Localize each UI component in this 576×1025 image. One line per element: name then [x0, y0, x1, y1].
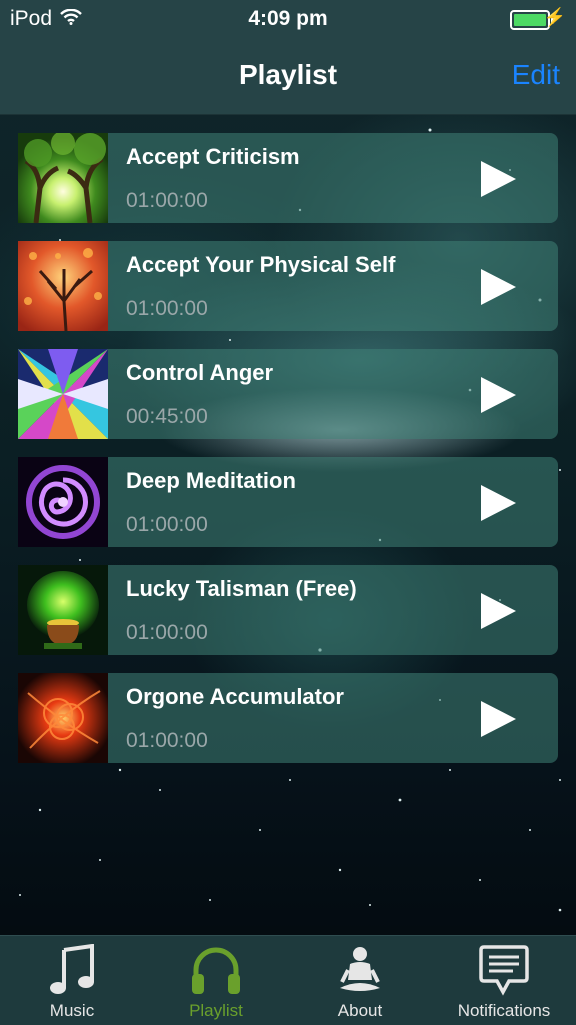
track-thumbnail-autumn-tree	[18, 241, 108, 331]
playlist-row[interactable]: Orgone Accumulator 01:00:00	[18, 673, 558, 763]
track-duration: 01:00:00	[126, 729, 208, 752]
track-thumbnail-pot-of-gold	[18, 565, 108, 655]
charging-bolt-icon: ⚡	[543, 7, 566, 27]
track-card[interactable]: Lucky Talisman (Free) 01:00:00	[108, 565, 558, 655]
track-card[interactable]: Accept Criticism 01:00:00	[108, 133, 558, 223]
playlist-row[interactable]: Lucky Talisman (Free) 01:00:00	[18, 565, 558, 655]
tab-playlist[interactable]: Playlist	[144, 936, 288, 1025]
track-duration: 01:00:00	[126, 189, 208, 212]
track-title: Orgone Accumulator	[126, 684, 344, 709]
track-title: Control Anger	[126, 360, 274, 385]
tab-label: Notifications	[457, 1001, 551, 1020]
track-thumbnail-purple-spiral	[18, 457, 108, 547]
track-duration: 01:00:00	[126, 621, 208, 644]
navigation-bar: Playlist Edit	[0, 38, 576, 115]
track-title: Accept Criticism	[126, 144, 300, 169]
tab-about[interactable]: About	[288, 936, 432, 1025]
track-duration: 01:00:00	[126, 297, 208, 320]
track-thumbnail-red-energy	[18, 673, 108, 763]
playlist-row[interactable]: Deep Meditation 01:00:00	[18, 457, 558, 547]
meditation-icon	[340, 947, 380, 991]
track-card[interactable]: Control Anger 00:45:00	[108, 349, 558, 439]
play-icon[interactable]	[478, 483, 518, 523]
play-icon[interactable]	[478, 159, 518, 199]
track-card[interactable]: Orgone Accumulator 01:00:00	[108, 673, 558, 763]
playlist-row[interactable]: Control Anger 00:45:00	[18, 349, 558, 439]
playlist-row[interactable]: Accept Your Physical Self 01:00:00	[18, 241, 558, 331]
track-duration: 01:00:00	[126, 513, 208, 536]
tab-bar: Music Playlist About Notifications	[0, 935, 576, 1025]
tab-notifications[interactable]: Notifications	[432, 936, 576, 1025]
play-icon[interactable]	[478, 591, 518, 631]
track-title: Lucky Talisman (Free)	[126, 576, 357, 601]
track-card[interactable]: Deep Meditation 01:00:00	[108, 457, 558, 547]
track-title: Accept Your Physical Self	[126, 252, 396, 277]
headphones-icon	[192, 947, 240, 994]
playlist-row[interactable]: Accept Criticism 01:00:00	[18, 133, 558, 223]
tab-music[interactable]: Music	[0, 936, 144, 1025]
play-icon[interactable]	[478, 267, 518, 307]
track-thumbnail-fractal	[18, 349, 108, 439]
track-thumbnail-forest	[18, 133, 108, 223]
playlist-list: Accept Criticism 01:00:00 Accept Your Ph…	[18, 133, 558, 781]
edit-button[interactable]: Edit	[512, 59, 560, 91]
tab-label: Playlist	[189, 1001, 243, 1020]
play-icon[interactable]	[478, 375, 518, 415]
music-note-icon	[50, 944, 94, 994]
status-time: 4:09 pm	[248, 7, 328, 30]
status-bar: iPod 4:09 pm ⚡	[0, 0, 576, 38]
play-icon[interactable]	[478, 699, 518, 739]
page-title: Playlist	[238, 59, 338, 90]
tab-label: Music	[49, 1001, 95, 1020]
track-card[interactable]: Accept Your Physical Self 01:00:00	[108, 241, 558, 331]
speech-bubble-icon	[479, 945, 529, 996]
track-duration: 00:45:00	[126, 405, 208, 428]
track-title: Deep Meditation	[126, 468, 296, 493]
tab-label: About	[337, 1001, 383, 1020]
